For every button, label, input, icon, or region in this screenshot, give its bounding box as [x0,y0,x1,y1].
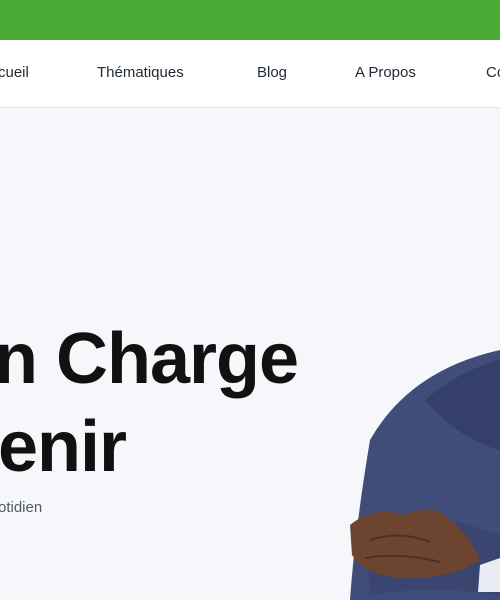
nav-item-contact[interactable]: Co [486,64,500,81]
nav-item-a-propos[interactable]: A Propos [355,64,416,81]
hero-heading-line-1: n Charge [0,319,299,399]
main-navigation: cueil Thématiques Blog A Propos Co [0,40,500,108]
hero-heading-line-2: enir [0,407,127,487]
nav-item-blog[interactable]: Blog [257,64,287,81]
hero-person-image [350,350,500,600]
hero-subtitle: otidien [0,499,43,516]
nav-item-accueil[interactable]: cueil [0,64,29,81]
nav-item-thematiques[interactable]: Thématiques [97,64,184,81]
top-announcement-bar [0,0,500,40]
